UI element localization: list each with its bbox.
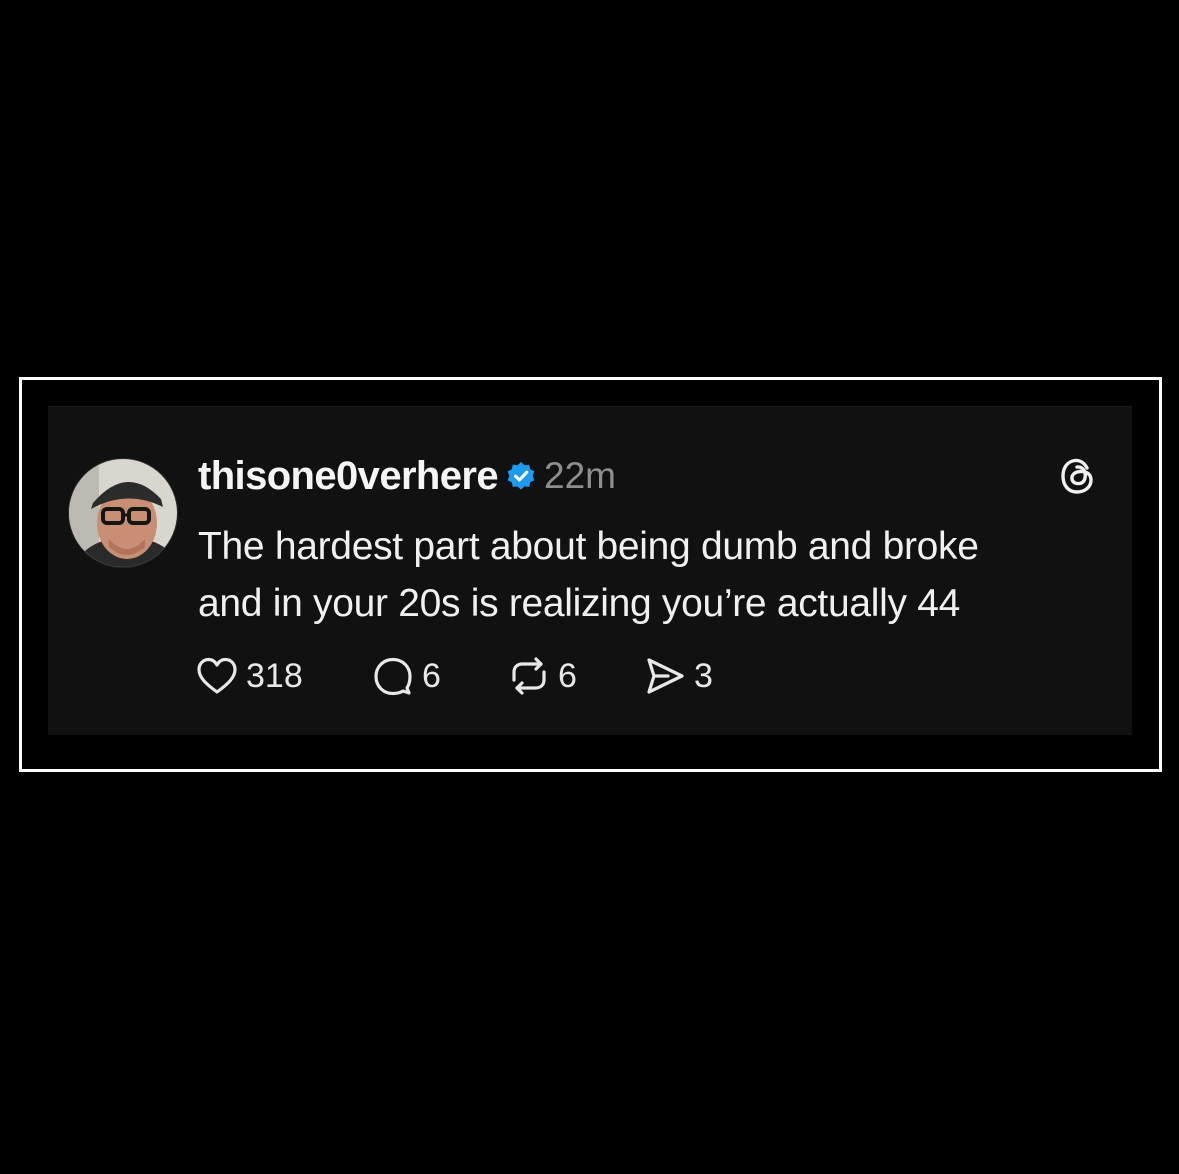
post-text-line-2: and in your 20s is realizing you’re actu… (198, 582, 960, 625)
send-icon (647, 658, 684, 694)
share-count: 3 (694, 656, 713, 695)
repost-arrows-icon (512, 657, 546, 695)
reply-count: 6 (422, 656, 441, 695)
like-button[interactable]: 318 (196, 656, 372, 696)
share-button[interactable]: 3 (644, 656, 713, 696)
post-actions: 318 6 6 3 (196, 654, 713, 698)
like-count: 318 (246, 656, 303, 695)
post-text: The hardest part about being dumb and br… (198, 518, 1098, 632)
heart-icon (197, 657, 237, 694)
repost-button[interactable]: 6 (508, 656, 644, 696)
verified-badge-icon (506, 461, 536, 491)
avatar[interactable] (68, 458, 178, 568)
post-header: thisone0verhere 22m (198, 454, 616, 498)
repost-count: 6 (558, 656, 577, 695)
reply-button[interactable]: 6 (372, 656, 508, 696)
speech-bubble-icon (374, 657, 412, 696)
timestamp: 22m (544, 455, 617, 496)
username[interactable]: thisone0verhere (198, 454, 499, 499)
threads-logo-icon[interactable] (1056, 454, 1100, 498)
threads-post-card[interactable]: thisone0verhere 22m The hardest part abo… (48, 406, 1132, 735)
avatar-photo (69, 459, 177, 567)
post-text-line-1: The hardest part about being dumb and br… (198, 525, 979, 568)
